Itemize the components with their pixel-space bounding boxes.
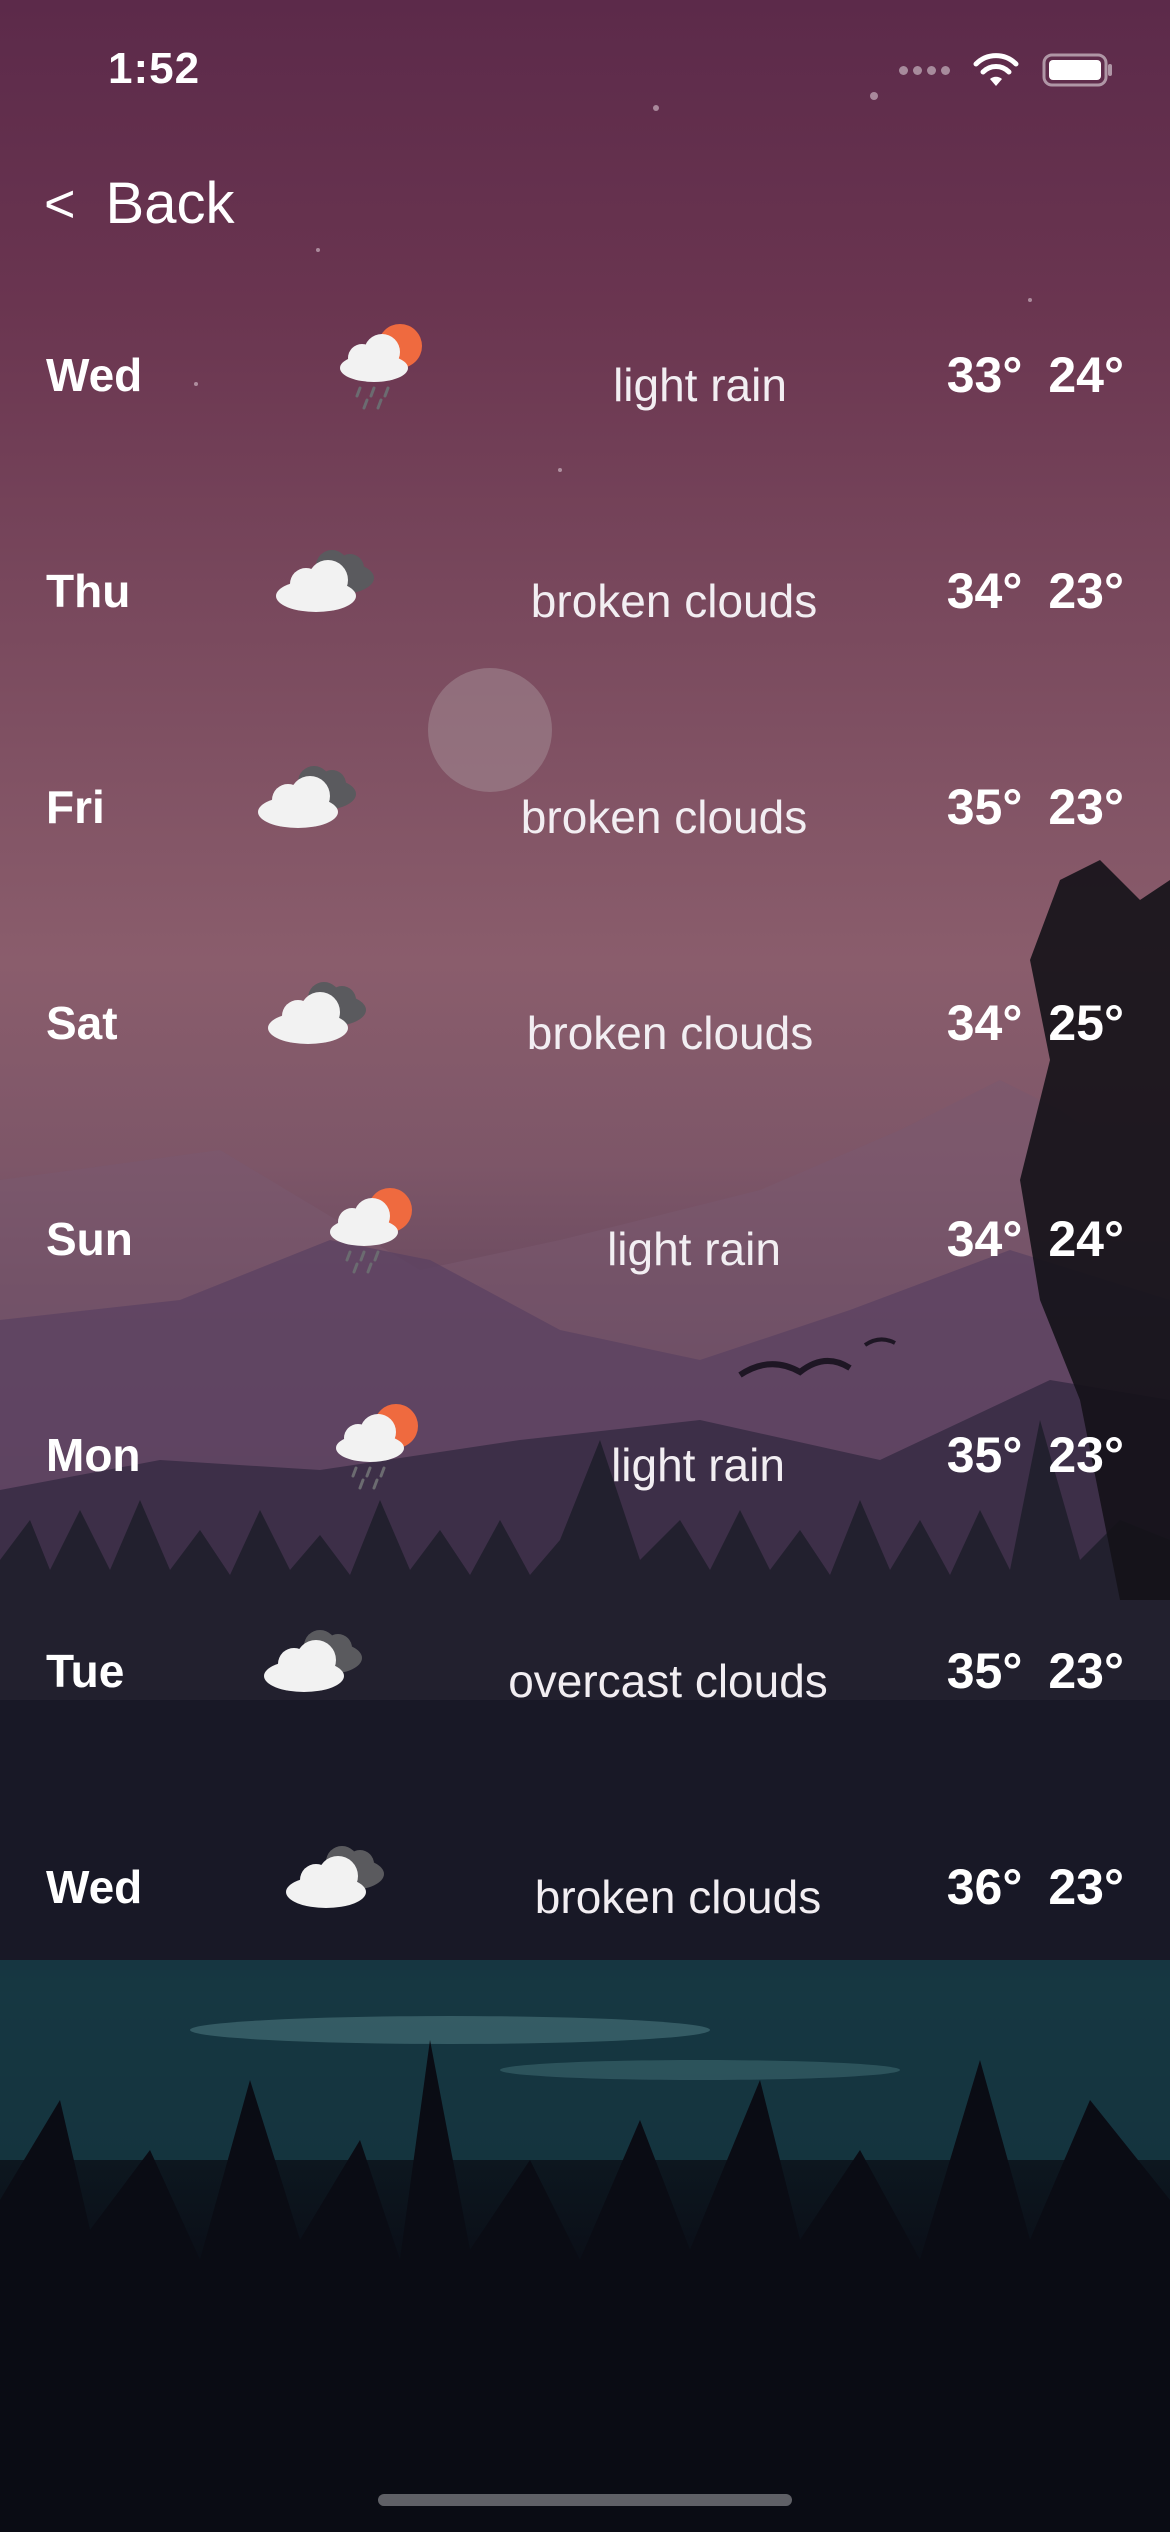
broken-clouds-icon bbox=[258, 766, 356, 828]
high-temp: 34° bbox=[946, 995, 1023, 1051]
description-label: broken clouds bbox=[530, 575, 818, 627]
temperature-range: 33° 24° bbox=[947, 346, 1124, 404]
temperature-range: 35° 23° bbox=[947, 1426, 1124, 1484]
temperature-range: 34° 23° bbox=[947, 562, 1124, 620]
description-label: light rain bbox=[607, 1223, 781, 1275]
low-temp: 24° bbox=[1048, 1211, 1124, 1267]
description-label: broken clouds bbox=[526, 1007, 814, 1059]
day-label: Wed bbox=[46, 349, 143, 401]
description-label: broken clouds bbox=[520, 791, 808, 843]
temperature-range: 34° 25° bbox=[947, 994, 1124, 1052]
day-label: Tue bbox=[46, 1645, 125, 1697]
light-rain-icon bbox=[336, 1404, 418, 1490]
overcast-clouds-icon bbox=[264, 1630, 362, 1692]
day-label: Wed bbox=[46, 1861, 143, 1913]
description-label: light rain bbox=[611, 1439, 785, 1491]
high-temp: 35° bbox=[946, 1427, 1023, 1483]
back-button[interactable]: < Back bbox=[44, 170, 235, 237]
broken-clouds-icon bbox=[276, 550, 374, 612]
status-icons bbox=[899, 52, 1114, 88]
forecast-row: Wed broken clouds 36° 23° bbox=[0, 1828, 1170, 1948]
home-indicator[interactable] bbox=[378, 2494, 792, 2506]
battery-icon bbox=[1042, 53, 1112, 87]
high-temp: 34° bbox=[946, 563, 1023, 619]
low-temp: 23° bbox=[1048, 779, 1124, 835]
forecast-row: Fri broken clouds 35° 23° bbox=[0, 748, 1170, 868]
description-label: broken clouds bbox=[534, 1871, 822, 1923]
low-temp: 25° bbox=[1048, 995, 1124, 1051]
high-temp: 33° bbox=[946, 347, 1023, 403]
forecast-row: Sun light rain 34° 24° bbox=[0, 1180, 1170, 1300]
forecast-row: Wed light rain 33° 24° bbox=[0, 316, 1170, 436]
forecast-row: Mon light rain 35° 23° bbox=[0, 1396, 1170, 1516]
forecast-row: Thu broken clouds 34° 23° bbox=[0, 532, 1170, 652]
description-label: overcast clouds bbox=[508, 1655, 828, 1707]
forecast-row: Tue overcast clouds 35° 23° bbox=[0, 1612, 1170, 1732]
high-temp: 36° bbox=[946, 1859, 1023, 1915]
description-label: light rain bbox=[613, 359, 787, 411]
back-label: Back bbox=[105, 171, 235, 236]
wifi-icon bbox=[973, 53, 1019, 86]
high-temp: 35° bbox=[946, 779, 1023, 835]
temperature-range: 35° 23° bbox=[947, 1642, 1124, 1700]
cellular-signal-icon bbox=[899, 65, 950, 75]
low-temp: 23° bbox=[1048, 1859, 1124, 1915]
low-temp: 23° bbox=[1048, 1427, 1124, 1483]
status-bar: 1:52 bbox=[0, 0, 1170, 140]
day-label: Thu bbox=[46, 565, 131, 617]
light-rain-icon bbox=[330, 1188, 412, 1274]
day-label: Fri bbox=[46, 781, 105, 833]
temperature-range: 36° 23° bbox=[947, 1858, 1124, 1916]
temperature-range: 35° 23° bbox=[947, 778, 1124, 836]
day-label: Sat bbox=[46, 997, 118, 1049]
low-temp: 23° bbox=[1048, 1643, 1124, 1699]
light-rain-icon bbox=[340, 324, 422, 410]
day-label: Sun bbox=[46, 1213, 133, 1265]
low-temp: 24° bbox=[1048, 347, 1124, 403]
broken-clouds-icon bbox=[268, 982, 366, 1044]
chevron-left-icon: < bbox=[44, 173, 76, 234]
broken-clouds-icon bbox=[286, 1846, 384, 1908]
status-time: 1:52 bbox=[108, 44, 201, 93]
high-temp: 35° bbox=[946, 1643, 1023, 1699]
forecast-row: Sat broken clouds 34° 25° bbox=[0, 964, 1170, 1084]
high-temp: 34° bbox=[946, 1211, 1023, 1267]
day-label: Mon bbox=[46, 1429, 141, 1481]
low-temp: 23° bbox=[1048, 563, 1124, 619]
temperature-range: 34° 24° bbox=[947, 1210, 1124, 1268]
